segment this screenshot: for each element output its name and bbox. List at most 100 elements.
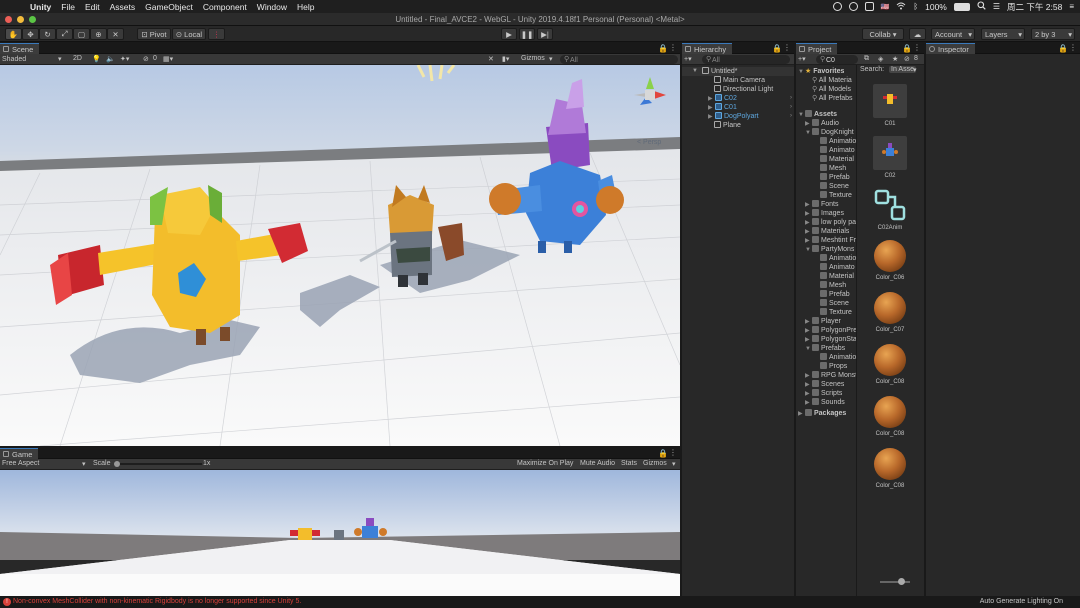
search-scope-tab[interactable]: In Asse	[889, 66, 916, 73]
expand-arrow-icon[interactable]: ▶	[805, 327, 812, 335]
project-folder-item[interactable]: Prefab	[813, 173, 850, 182]
scale-slider-handle[interactable]	[114, 461, 120, 467]
apple-icon[interactable]	[14, 2, 24, 12]
panel-menu-icon[interactable]: ⋮	[913, 43, 921, 52]
project-folder-item[interactable]: Animatio	[813, 353, 856, 362]
rotate-tool-button[interactable]: ↻	[39, 28, 56, 40]
icon-size-slider-handle[interactable]	[898, 578, 905, 585]
asset-item[interactable]: Color_C08	[870, 344, 910, 385]
project-folder-item[interactable]: Animato	[813, 263, 855, 272]
project-folder-item[interactable]: ▶ low poly pa	[805, 218, 856, 227]
custom-tool-button[interactable]: ✕	[107, 28, 124, 40]
project-folder-item[interactable]: ▼ PartyMons	[805, 245, 854, 254]
project-splitter[interactable]	[856, 65, 857, 596]
account-dropdown[interactable]: Account ▾	[931, 28, 975, 40]
lock-icon[interactable]: 🔒	[658, 44, 668, 53]
project-folder-item[interactable]: Mesh	[813, 164, 846, 173]
create-dropdown[interactable]: +▾	[684, 55, 692, 63]
project-folder-item[interactable]: ▶ RPG Monst	[805, 371, 857, 380]
asset-item[interactable]: C02Anim	[870, 188, 910, 231]
input-flag-icon[interactable]: 🇺🇸	[881, 3, 890, 11]
audio-icon[interactable]: 🔈	[106, 55, 115, 63]
tools-icon[interactable]: ✕	[488, 55, 494, 63]
scale-tool-button[interactable]: ⤢	[56, 28, 73, 40]
favorite-star-icon[interactable]: ★	[892, 55, 898, 63]
project-folder-item[interactable]: ▶ Player	[805, 317, 841, 326]
expand-arrow-icon[interactable]: ▼	[805, 345, 812, 353]
assets-root-row[interactable]: ▼ Assets	[798, 110, 837, 119]
move-tool-button[interactable]: ✥	[22, 28, 39, 40]
expand-arrow-icon[interactable]: ▶	[708, 95, 715, 103]
scene-search-input[interactable]: All	[560, 55, 678, 64]
expand-arrow-icon[interactable]: ▼	[692, 67, 698, 76]
cloud-button[interactable]: ☁	[909, 28, 926, 40]
aspect-dropdown[interactable]: Free Aspect	[2, 460, 39, 467]
project-folder-item[interactable]: ▶ PolygonSta	[805, 335, 857, 344]
project-folder-item[interactable]: ▼ DogKnight	[805, 128, 854, 137]
filter-type-icon[interactable]: ⧉	[864, 55, 869, 63]
project-folder-item[interactable]: ▶ Scenes	[805, 380, 844, 389]
expand-arrow-icon[interactable]: ▶	[708, 104, 715, 112]
collab-dropdown[interactable]: Collab ▾	[862, 28, 904, 40]
asset-item[interactable]: C02	[870, 136, 910, 179]
lighting-status[interactable]: Auto Generate Lighting On	[980, 596, 1063, 608]
clock[interactable]: 周二 下午 2:58	[1007, 1, 1062, 13]
project-create-dropdown[interactable]: +▾	[798, 55, 806, 63]
project-folder-item[interactable]: ▼ Prefabs	[805, 344, 845, 353]
open-prefab-icon[interactable]: ›	[790, 103, 792, 112]
asset-item[interactable]: Color_C08	[870, 396, 910, 437]
grid-icon[interactable]: ▦▾	[163, 55, 173, 63]
expand-arrow-icon[interactable]: ▶	[708, 113, 715, 121]
project-folder-item[interactable]: Prefab	[813, 290, 850, 299]
close-window-button[interactable]	[5, 16, 12, 23]
expand-arrow-icon[interactable]: ▶	[798, 410, 805, 418]
project-folder-item[interactable]: ▶ Sounds	[805, 398, 845, 407]
tab-game[interactable]: Game	[0, 448, 39, 459]
hierarchy-item[interactable]: Plane	[682, 121, 794, 130]
minimize-window-button[interactable]	[17, 16, 24, 23]
expand-arrow-icon[interactable]: ▶	[805, 228, 812, 236]
fav-item[interactable]: ⚲ All Prefabs	[812, 94, 853, 103]
step-button[interactable]: ▶|	[537, 28, 553, 40]
hierarchy-item[interactable]: Main Camera	[682, 76, 794, 85]
expand-arrow-icon[interactable]: ▶	[805, 237, 812, 245]
project-folder-item[interactable]: Animatio	[813, 137, 856, 146]
hand-tool-button[interactable]: ✋	[5, 28, 22, 40]
projection-label[interactable]: < Persp	[637, 139, 661, 146]
lock-icon[interactable]: 🔒	[902, 44, 912, 53]
hierarchy-item[interactable]: ▶ › C02	[682, 94, 794, 103]
lock-icon[interactable]: 🔒	[658, 449, 668, 458]
control-center-icon[interactable]: ☰	[993, 2, 1000, 11]
lock-icon[interactable]: 🔒	[1058, 44, 1068, 53]
menu-unity[interactable]: Unity	[30, 2, 51, 12]
asset-item[interactable]: Color_C08	[870, 448, 910, 489]
mute-audio-toggle[interactable]: Mute Audio	[580, 460, 615, 467]
grid-snap-button[interactable]: ⋮	[208, 28, 225, 40]
zoom-window-button[interactable]	[29, 16, 36, 23]
pivot-toggle[interactable]: ⊡ Pivot	[137, 28, 171, 40]
project-folder-item[interactable]: ▶ Scripts	[805, 389, 842, 398]
sync-icon[interactable]	[848, 2, 858, 11]
asset-item[interactable]: Color_C07	[870, 292, 910, 333]
hierarchy-search-input[interactable]: All	[702, 55, 790, 64]
project-folder-item[interactable]: Material	[813, 272, 854, 281]
tab-inspector[interactable]: Inspector	[926, 43, 975, 54]
pause-button[interactable]: ❚❚	[519, 28, 535, 40]
project-folder-item[interactable]: ▶ Fonts	[805, 200, 839, 209]
filter-label-icon[interactable]: ◈	[878, 55, 883, 63]
battery-icon[interactable]	[953, 2, 970, 11]
fav-item[interactable]: ⚲ All Models	[812, 85, 851, 94]
expand-arrow-icon[interactable]: ▼	[805, 246, 812, 254]
camera-icon[interactable]: ▮▾	[502, 55, 509, 63]
mode-2d-toggle[interactable]: 2D	[73, 55, 82, 62]
rect-tool-button[interactable]: ▢	[73, 28, 90, 40]
project-folder-item[interactable]: ▶ Audio	[805, 119, 839, 128]
project-folder-item[interactable]: Scene	[813, 299, 849, 308]
lock-icon[interactable]: 🔒	[772, 44, 782, 53]
menu-file[interactable]: File	[61, 2, 75, 12]
maximize-on-play-toggle[interactable]: Maximize On Play	[517, 460, 573, 467]
menu-gameobject[interactable]: GameObject	[145, 2, 193, 12]
tab-project[interactable]: Project	[796, 43, 838, 54]
menu-component[interactable]: Component	[203, 2, 247, 12]
open-prefab-icon[interactable]: ›	[790, 112, 792, 121]
